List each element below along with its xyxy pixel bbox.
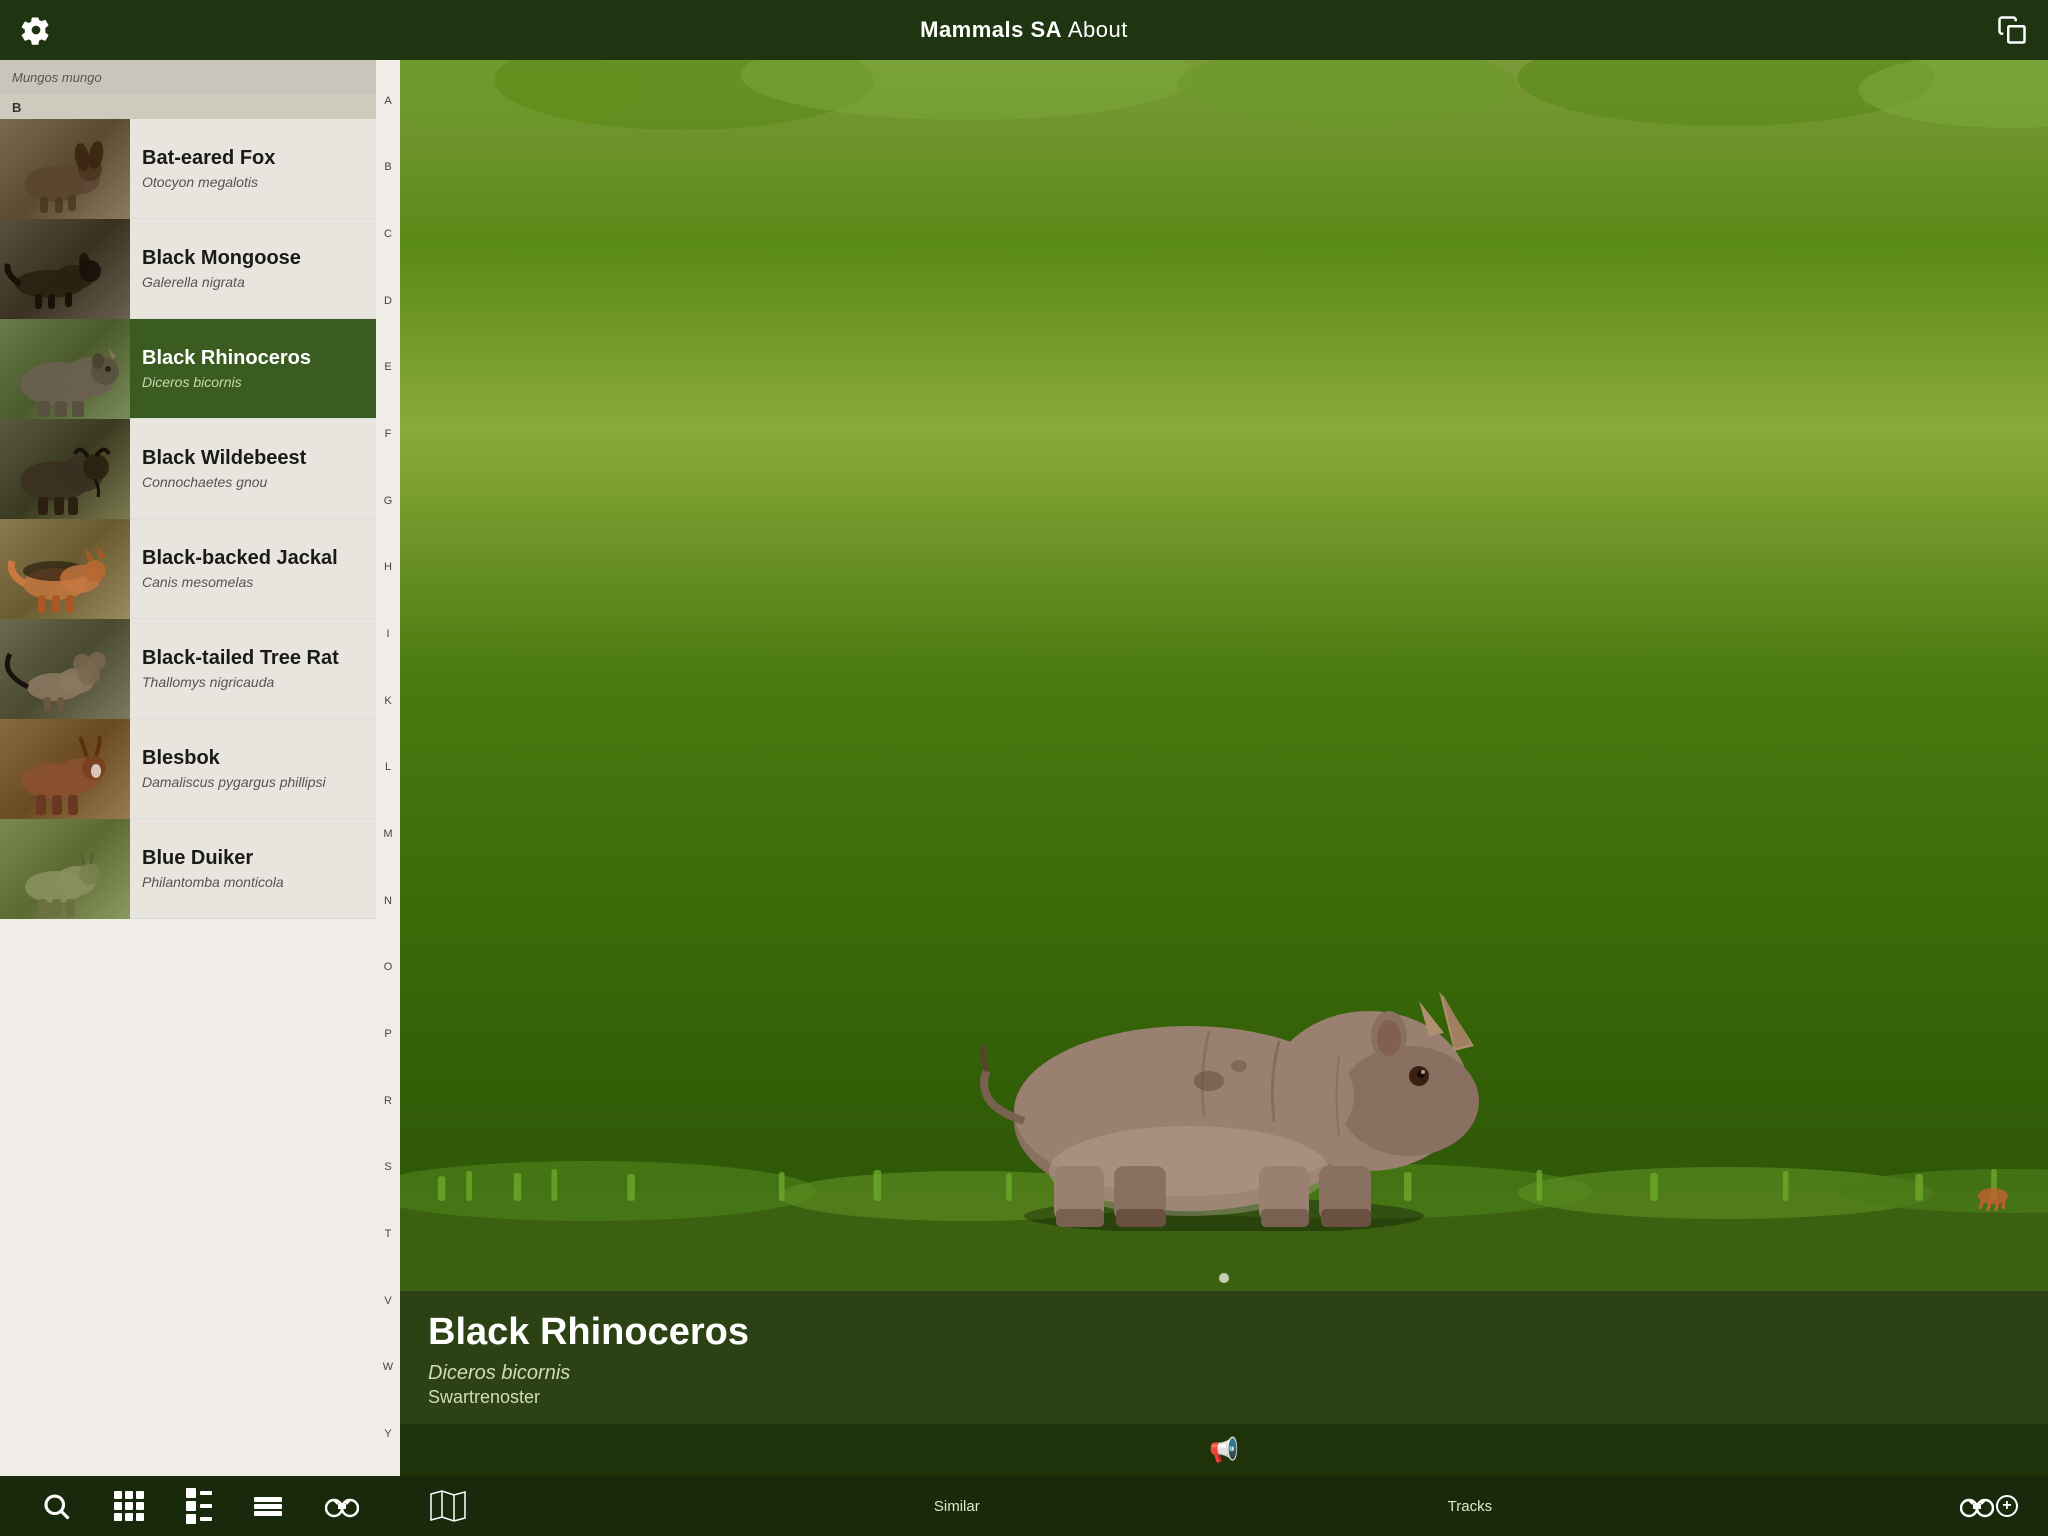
species-common-name: Black Rhinoceros	[428, 1311, 2020, 1354]
alphabet-index: A B C D E F G H I K L M N O P R S T V W …	[376, 60, 400, 1476]
alpha-F[interactable]: F	[385, 429, 392, 440]
alpha-D[interactable]: D	[384, 296, 392, 307]
animal-name: Black-tailed Tree Rat	[142, 647, 364, 670]
animal-thumbnail	[0, 119, 130, 219]
animal-thumbnail	[0, 819, 130, 919]
app-header: Mammals SA About	[0, 0, 2048, 60]
title-about[interactable]: About	[1068, 17, 1128, 42]
animal-name: Blue Duiker	[142, 847, 364, 870]
list-item[interactable]: Black Wildebeest Connochaetes gnou	[0, 419, 376, 519]
animal-info: Black-tailed Tree Rat Thallomys nigricau…	[130, 647, 376, 690]
detail-view-controls: Similar Tracks +	[400, 1490, 2048, 1522]
list-item[interactable]: Black Mongoose Galerella nigrata	[0, 219, 376, 319]
animal-thumbnail	[0, 419, 130, 519]
animal-latin-name: Galerella nigrata	[142, 274, 364, 290]
animal-list: Mungos mungo B	[0, 60, 400, 1476]
animal-thumbnail	[0, 519, 130, 619]
sound-icon[interactable]: 📢	[1209, 1436, 1239, 1465]
animal-name: Black Rhinoceros	[142, 347, 364, 370]
similar-button[interactable]: Similar	[934, 1498, 980, 1515]
list-item-active[interactable]: Black Rhinoceros Diceros bicornis	[0, 319, 376, 419]
animal-name: Bat-eared Fox	[142, 147, 364, 170]
alpha-A[interactable]: A	[384, 96, 391, 107]
list-item[interactable]: Blue Duiker Philantomba monticola	[0, 819, 376, 919]
animal-info: Bat-eared Fox Otocyon megalotis	[130, 147, 376, 190]
alpha-O[interactable]: O	[384, 962, 393, 973]
alpha-W[interactable]: W	[383, 1362, 393, 1373]
alpha-Y[interactable]: Y	[384, 1429, 391, 1440]
list-item[interactable]: Bat-eared Fox Otocyon megalotis	[0, 119, 376, 219]
alpha-G[interactable]: G	[384, 496, 393, 507]
animal-latin-name: Otocyon megalotis	[142, 174, 364, 190]
list-full-view-button[interactable]	[254, 1497, 282, 1516]
alpha-E[interactable]: E	[384, 362, 391, 373]
binoculars-button[interactable]	[325, 1494, 359, 1518]
animal-list-panel: A B C D E F G H I K L M N O P R S T V W …	[0, 60, 400, 1476]
list-compact-view-button[interactable]	[186, 1488, 212, 1524]
binoculars-plus-button[interactable]: +	[1960, 1494, 2018, 1518]
list-item[interactable]: Black-backed Jackal Canis mesomelas	[0, 519, 376, 619]
alpha-R[interactable]: R	[384, 1096, 392, 1107]
animal-info: Black Wildebeest Connochaetes gnou	[130, 447, 376, 490]
animal-thumbnail	[0, 619, 130, 719]
species-photo[interactable]	[400, 60, 2048, 1291]
settings-button[interactable]	[16, 10, 56, 50]
alpha-L[interactable]: L	[385, 762, 391, 773]
animal-name: Black-backed Jackal	[142, 547, 364, 570]
animal-name: Black Wildebeest	[142, 447, 364, 470]
alpha-M[interactable]: M	[383, 829, 392, 840]
alpha-I[interactable]: I	[386, 629, 389, 640]
plus-icon: +	[1996, 1495, 2018, 1517]
alpha-B[interactable]: B	[384, 162, 391, 173]
app-title: Mammals SA About	[56, 17, 1992, 43]
scrolled-list-item: Mungos mungo	[0, 60, 376, 96]
animal-name: Blesbok	[142, 747, 364, 770]
list-section-header-b: B	[0, 96, 376, 119]
animal-latin-name: Connochaetes gnou	[142, 474, 364, 490]
alpha-K[interactable]: K	[384, 696, 391, 707]
alpha-P[interactable]: P	[384, 1029, 391, 1040]
animal-latin-name: Philantomba monticola	[142, 874, 364, 890]
species-info-panel: Black Rhinoceros Diceros bicornis Swartr…	[400, 1291, 2048, 1424]
sound-bar[interactable]: 📢	[400, 1424, 2048, 1476]
species-local-name: Swartrenoster	[428, 1387, 2020, 1408]
photo-pagination-dot	[1219, 1273, 1229, 1283]
map-button[interactable]	[430, 1490, 466, 1522]
alpha-N[interactable]: N	[384, 896, 392, 907]
bottom-toolbar: Similar Tracks +	[0, 1476, 2048, 1536]
detail-panel: Black Rhinoceros Diceros bicornis Swartr…	[400, 60, 2048, 1476]
animal-name: Black Mongoose	[142, 247, 364, 270]
animal-latin-name: Damaliscus pygargus phillipsi	[142, 774, 364, 790]
animal-info: Black-backed Jackal Canis mesomelas	[130, 547, 376, 590]
alpha-V[interactable]: V	[384, 1296, 391, 1307]
title-main: Mammals SA	[920, 17, 1061, 42]
alpha-C[interactable]: C	[384, 229, 392, 240]
copy-button[interactable]	[1992, 10, 2032, 50]
section-header-label: B	[12, 100, 21, 115]
animal-info: Black Rhinoceros Diceros bicornis	[130, 347, 376, 390]
similar-label: Similar	[934, 1498, 980, 1515]
alpha-H[interactable]: H	[384, 562, 392, 573]
tracks-button[interactable]: Tracks	[1448, 1498, 1492, 1515]
animal-info: Blesbok Damaliscus pygargus phillipsi	[130, 747, 376, 790]
animal-thumbnail	[0, 219, 130, 319]
tracks-label: Tracks	[1448, 1498, 1492, 1515]
animal-latin-name: Canis mesomelas	[142, 574, 364, 590]
scrolled-item-text: Mungos mungo	[12, 70, 102, 85]
list-item[interactable]: Black-tailed Tree Rat Thallomys nigricau…	[0, 619, 376, 719]
search-button[interactable]	[41, 1491, 71, 1521]
alpha-T[interactable]: T	[385, 1229, 392, 1240]
animal-latin-name: Diceros bicornis	[142, 374, 364, 390]
animal-latin-name: Thallomys nigricauda	[142, 674, 364, 690]
list-view-controls	[0, 1488, 400, 1524]
grid-view-button[interactable]	[114, 1491, 144, 1521]
animal-info: Black Mongoose Galerella nigrata	[130, 247, 376, 290]
species-latin-name: Diceros bicornis	[428, 1362, 2020, 1385]
alpha-S[interactable]: S	[384, 1162, 391, 1173]
animal-thumbnail	[0, 319, 130, 419]
list-item[interactable]: Blesbok Damaliscus pygargus phillipsi	[0, 719, 376, 819]
animal-info: Blue Duiker Philantomba monticola	[130, 847, 376, 890]
animal-thumbnail	[0, 719, 130, 819]
